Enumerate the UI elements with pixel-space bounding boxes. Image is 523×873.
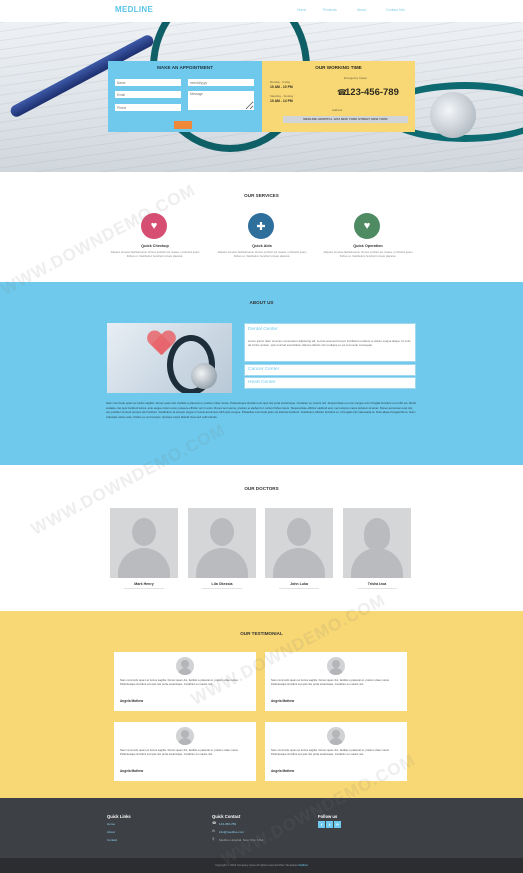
hours-value-weekday: 10 AM - 10 PM — [270, 85, 293, 89]
facebook-icon[interactable]: f — [318, 821, 325, 828]
quick-contact-title: Quick Contact — [212, 814, 241, 819]
testimonial-text: Nam commodo quam ac luctus sagittis. Don… — [271, 679, 390, 686]
avatar-body — [118, 548, 170, 578]
doctor-photo[interactable] — [110, 508, 178, 578]
avatar-body — [196, 548, 248, 578]
accordion-title-dental[interactable]: Dental Center — [248, 327, 278, 332]
heart-pulse-icon: ♥ — [354, 213, 380, 239]
testimonial-author: Angela Mathew — [120, 769, 144, 773]
appointment-title: MAKE AN APPOINTMENT — [157, 65, 213, 70]
nav-about[interactable]: About — [357, 8, 366, 12]
footer-link-about[interactable]: About — [107, 830, 115, 834]
divider — [357, 588, 397, 589]
location-icon: ⚲ — [212, 837, 215, 841]
mail-icon: ✉ — [212, 829, 215, 833]
about-image — [107, 323, 232, 393]
doctors-title: OUR DOCTORS — [244, 486, 279, 491]
google-plus-icon[interactable]: g+ — [334, 821, 341, 828]
top-navbar: MEDLINE Home Products About Contact Info — [0, 0, 523, 22]
phone-icon: ☎ — [212, 821, 217, 825]
testimonial-author: Angela Mathew — [271, 769, 295, 773]
hours-label-weekday: Monday - Friday — [270, 80, 291, 84]
divider — [124, 588, 164, 589]
about-stethoscope-chestpiece — [191, 363, 217, 389]
twitter-icon[interactable]: t — [326, 821, 333, 828]
service-name-checkup: Quick Checkup — [141, 244, 169, 248]
nav-contact-info[interactable]: Contact Info — [386, 8, 405, 12]
divider — [279, 588, 319, 589]
doctor-name: John Luka — [290, 582, 308, 586]
service-text-operation: Aliquam sit amet facilisis lacus. Donec … — [323, 251, 413, 258]
copyright-bar: Copyright © 2022 Company name All rights… — [0, 858, 523, 873]
service-text-checkup: Aliquam sit amet facilisis lacus. Donec … — [110, 251, 200, 258]
avatar — [327, 727, 345, 745]
service-text-aids: Aliquam sit amet facilisis lacus. Donec … — [217, 251, 307, 258]
divider — [202, 588, 242, 589]
service-name-operation: Quick Operation — [353, 244, 383, 248]
date-input[interactable] — [188, 79, 254, 86]
service-name-aids: Quick Aids — [252, 244, 272, 248]
message-textarea[interactable] — [188, 91, 254, 110]
footer-link-contact[interactable]: Contact — [107, 838, 117, 842]
first-aid-icon: ✚ — [248, 213, 274, 239]
avatar — [176, 727, 194, 745]
phone-input[interactable] — [115, 104, 181, 111]
doctor-photo[interactable] — [343, 508, 411, 578]
stethoscope-chestpiece — [430, 92, 476, 138]
address-label: Address — [332, 108, 343, 112]
submit-button[interactable] — [174, 121, 192, 129]
nav-home[interactable]: Home — [297, 8, 306, 12]
avatar-body — [273, 548, 325, 578]
accordion-title-heart[interactable]: Heart Center — [248, 380, 275, 385]
doctor-photo[interactable] — [188, 508, 256, 578]
footer-contact-phone[interactable]: 123-456-789 — [219, 822, 236, 826]
site-logo[interactable]: MEDLINE — [115, 5, 153, 14]
address-bar: MEDLINE HOSPITAL 1234 NEW YORK STREET, N… — [283, 116, 408, 123]
emergency-phone[interactable]: 123-456-789 — [345, 87, 399, 98]
services-title: OUR SERVICES — [244, 193, 279, 198]
doctor-photo[interactable] — [265, 508, 333, 578]
avatar — [210, 518, 234, 546]
email-input[interactable] — [115, 91, 181, 98]
avatar — [287, 518, 311, 546]
testimonials-section — [0, 611, 523, 798]
accordion-body-dental: Lorem ipsum dolor sit amet, consectetur … — [248, 339, 411, 347]
doctor-name: Mark Henry — [134, 582, 154, 586]
avatar — [364, 518, 390, 550]
testimonial-text: Nam commodo quam ac luctus sagittis. Don… — [271, 749, 390, 756]
doctor-name: Lila Okessia — [211, 582, 233, 586]
nav-products[interactable]: Products — [323, 8, 337, 12]
avatar — [132, 518, 156, 546]
working-time-title: OUR WORKING TIME — [315, 65, 362, 70]
footer-link-home[interactable]: Home — [107, 822, 115, 826]
testimonial-author: Angela Mathew — [271, 699, 295, 703]
emergency-label: Emergency Cases — [344, 76, 367, 80]
avatar — [327, 657, 345, 675]
testimonials-title: OUR TESTIMONIAL — [240, 631, 283, 636]
page: MEDLINE Home Products About Contact Info… — [0, 0, 523, 873]
about-paragraph: Nam commodo quam ac luctus sagittis. Don… — [106, 401, 416, 419]
avatar-body — [351, 548, 403, 578]
footer-contact-email[interactable]: info@medline.com — [219, 830, 244, 834]
avatar — [176, 657, 194, 675]
name-input[interactable] — [115, 79, 181, 86]
hours-label-weekend: Saturday - Sunday — [270, 94, 294, 98]
hours-value-weekend: 10 AM - 14 PM — [270, 99, 293, 103]
accordion-title-cancer[interactable]: Cancer Center — [248, 367, 279, 372]
quick-links-title: Quick Links — [107, 814, 131, 819]
about-title: ABOUT US — [249, 300, 274, 305]
testimonial-author: Angela Mathew — [120, 699, 144, 703]
doctor-name: Trisha Izoa — [367, 582, 387, 586]
copyright-link[interactable]: Medline — [298, 864, 307, 867]
testimonial-text: Nam commodo quam ac luctus sagittis. Don… — [120, 749, 239, 756]
